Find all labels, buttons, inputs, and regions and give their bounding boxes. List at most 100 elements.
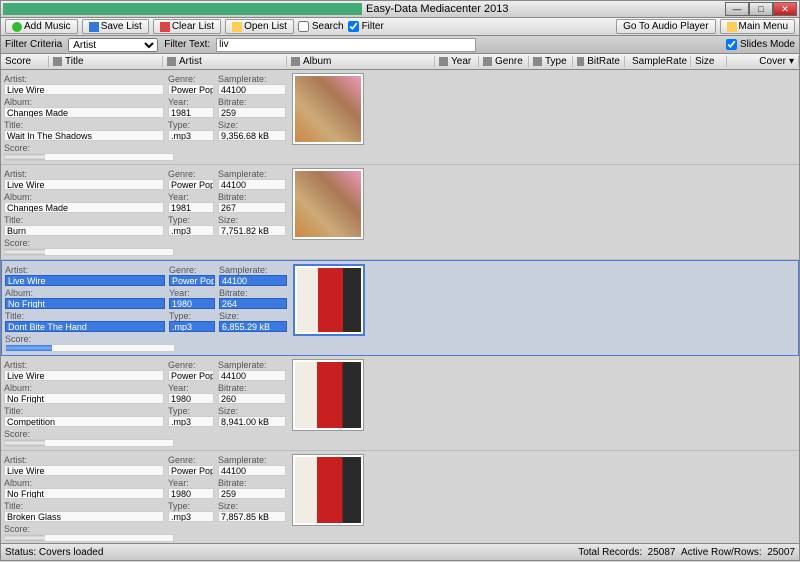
header-score[interactable]: Score: [1, 56, 49, 67]
bitrate-label: Bitrate:: [218, 477, 286, 488]
album-cover: [292, 168, 364, 240]
header-size[interactable]: Size: [691, 56, 727, 67]
title-value: Wait In The Shadows: [4, 130, 164, 141]
bitrate-value: 259: [218, 107, 286, 118]
disc-icon: [291, 57, 300, 66]
total-records-value: 25087: [648, 547, 676, 558]
slides-mode-checkbox[interactable]: Slides Mode: [726, 39, 795, 50]
size-label: Size:: [218, 500, 286, 511]
filter-text-input[interactable]: [216, 38, 476, 52]
minimize-button[interactable]: —: [725, 2, 749, 16]
header-artist[interactable]: Artist: [163, 56, 287, 67]
year-value: 1981: [168, 107, 214, 118]
open-list-button[interactable]: Open List: [225, 19, 294, 34]
toolbar: Add Music Save List Clear List Open List…: [0, 18, 800, 36]
header-bitrate[interactable]: BitRate: [573, 56, 625, 67]
score-bar: [4, 153, 174, 161]
tag-icon: [483, 57, 492, 66]
track-row[interactable]: Artist:Genre:Samplerate:Live WirePower P…: [1, 260, 799, 356]
total-records-label: Total Records:: [578, 547, 642, 558]
add-icon: [12, 22, 22, 32]
bitrate-label: Bitrate:: [218, 96, 286, 107]
close-button[interactable]: ✕: [773, 2, 797, 16]
size-label: Size:: [218, 214, 286, 225]
album-label: Album:: [4, 191, 164, 202]
album-label: Album:: [4, 477, 164, 488]
chevron-down-icon: ▾: [789, 56, 794, 67]
title-label: Title:: [4, 214, 164, 225]
person-icon: [167, 57, 176, 66]
clear-list-button[interactable]: Clear List: [153, 19, 221, 34]
artist-label: Artist:: [5, 264, 165, 275]
size-label: Size:: [219, 310, 287, 321]
album-value: Changes Made: [4, 107, 164, 118]
maximize-button[interactable]: □: [749, 2, 773, 16]
main-menu-button[interactable]: Main Menu: [720, 19, 795, 34]
header-type[interactable]: Type: [529, 56, 573, 67]
genre-label: Genre:: [168, 454, 214, 465]
genre-value: Power Pop: [168, 179, 214, 190]
album-value: Changes Made: [4, 202, 164, 213]
type-value: .mp3: [169, 321, 215, 332]
size-label: Size:: [218, 405, 286, 416]
doc-icon: [53, 57, 62, 66]
bitrate-value: 259: [218, 488, 286, 499]
artist-label: Artist:: [4, 454, 164, 465]
track-row[interactable]: Artist:Genre:Samplerate:Live WirePower P…: [1, 165, 799, 260]
title-value: Competition: [4, 416, 164, 427]
score-bar: [4, 248, 174, 256]
samplerate-value: 44100: [219, 275, 287, 286]
score-label: Score:: [4, 523, 286, 534]
year-label: Year:: [168, 382, 214, 393]
header-genre[interactable]: Genre: [479, 56, 529, 67]
search-checkbox[interactable]: Search: [298, 21, 344, 32]
type-value: .mp3: [168, 130, 214, 141]
samplerate-label: Samplerate:: [218, 73, 286, 84]
genre-label: Genre:: [169, 264, 215, 275]
track-row[interactable]: Artist:Genre:Samplerate:Live WirePower P…: [1, 70, 799, 165]
header-cover[interactable]: Cover ▾: [727, 56, 799, 67]
track-row[interactable]: Artist:Genre:Samplerate:Live WirePower P…: [1, 451, 799, 544]
year-label: Year:: [168, 96, 214, 107]
header-samplerate[interactable]: SampleRate: [625, 56, 691, 67]
score-bar: [5, 344, 175, 352]
type-label: Type:: [169, 310, 215, 321]
active-rows-value: 25007: [767, 547, 795, 558]
title-value: Burn: [4, 225, 164, 236]
samplerate-value: 44100: [218, 84, 286, 95]
filter-criteria-select[interactable]: Artist: [68, 38, 158, 52]
year-value: 1980: [168, 393, 214, 404]
album-value: No Fright: [4, 393, 164, 404]
samplerate-label: Samplerate:: [218, 168, 286, 179]
title-label: Title:: [5, 310, 165, 321]
album-cover: [292, 359, 364, 431]
save-list-button[interactable]: Save List: [82, 19, 149, 34]
header-title[interactable]: Title: [49, 56, 163, 67]
status-bar: Status: Covers loaded Total Records: 250…: [0, 544, 800, 561]
header-album[interactable]: Album: [287, 56, 435, 67]
type-label: Type:: [168, 214, 214, 225]
album-value: No Fright: [5, 298, 165, 309]
add-music-button[interactable]: Add Music: [5, 19, 78, 34]
bitrate-value: 267: [218, 202, 286, 213]
header-year[interactable]: Year: [435, 56, 479, 67]
filter-checkbox[interactable]: Filter: [348, 21, 384, 32]
filter-row: Filter Criteria Artist Filter Text: Slid…: [0, 36, 800, 54]
status-text: Status: Covers loaded: [5, 547, 103, 558]
track-row[interactable]: Artist:Genre:Samplerate:Live WirePower P…: [1, 356, 799, 451]
filter-text-label: Filter Text:: [164, 39, 210, 50]
bitrate-icon: [577, 57, 584, 66]
titlebar: Easy-Data Mediacenter 2013 — □ ✕: [0, 0, 800, 18]
score-bar: [4, 534, 174, 542]
window-title: Easy-Data Mediacenter 2013: [366, 3, 725, 15]
calendar-icon: [439, 57, 448, 66]
goto-audio-player-button[interactable]: Go To Audio Player: [616, 19, 715, 34]
bitrate-label: Bitrate:: [219, 287, 287, 298]
type-value: .mp3: [168, 225, 214, 236]
score-label: Score:: [4, 428, 286, 439]
genre-label: Genre:: [168, 168, 214, 179]
year-label: Year:: [168, 477, 214, 488]
artist-label: Artist:: [4, 168, 164, 179]
samplerate-label: Samplerate:: [219, 264, 287, 275]
track-list[interactable]: Artist:Genre:Samplerate:Live WirePower P…: [0, 70, 800, 544]
